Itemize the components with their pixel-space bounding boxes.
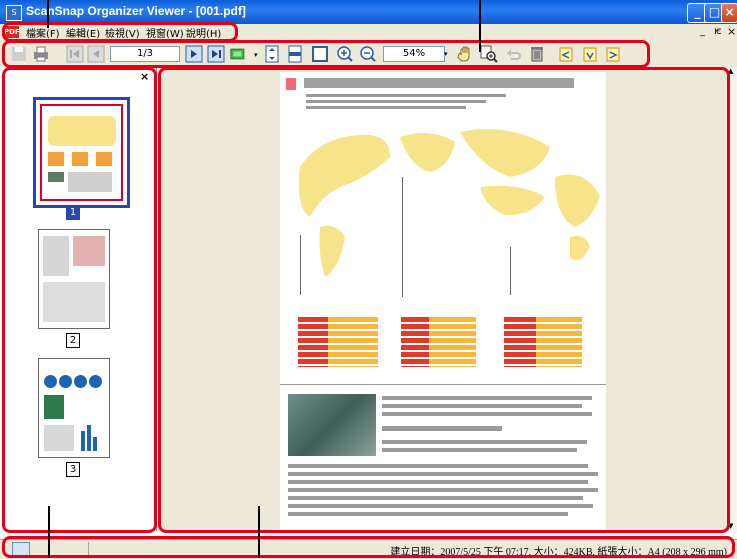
view-highlight-frame: [158, 67, 730, 533]
mdi-minimize-button[interactable]: _: [700, 26, 705, 37]
callout-line: [47, 0, 49, 28]
menu-highlight-frame: [2, 22, 238, 42]
thumbnail-highlight-frame: [2, 67, 157, 533]
callout-line: [479, 0, 481, 52]
mdi-close-button[interactable]: ×: [727, 25, 736, 38]
close-button[interactable]: ×: [721, 3, 737, 23]
title-bar[interactable]: S ScanSnap Organizer Viewer - [001.pdf] …: [0, 0, 737, 24]
callout-line: [48, 506, 50, 558]
window-title: ScanSnap Organizer Viewer - [001.pdf]: [26, 4, 246, 18]
toolbar-highlight-frame: [2, 40, 650, 68]
mdi-restore-button[interactable]: ѥ: [714, 26, 722, 37]
statusbar-highlight-frame: [2, 536, 735, 558]
app-icon: S: [6, 5, 22, 21]
callout-line: [258, 506, 260, 558]
